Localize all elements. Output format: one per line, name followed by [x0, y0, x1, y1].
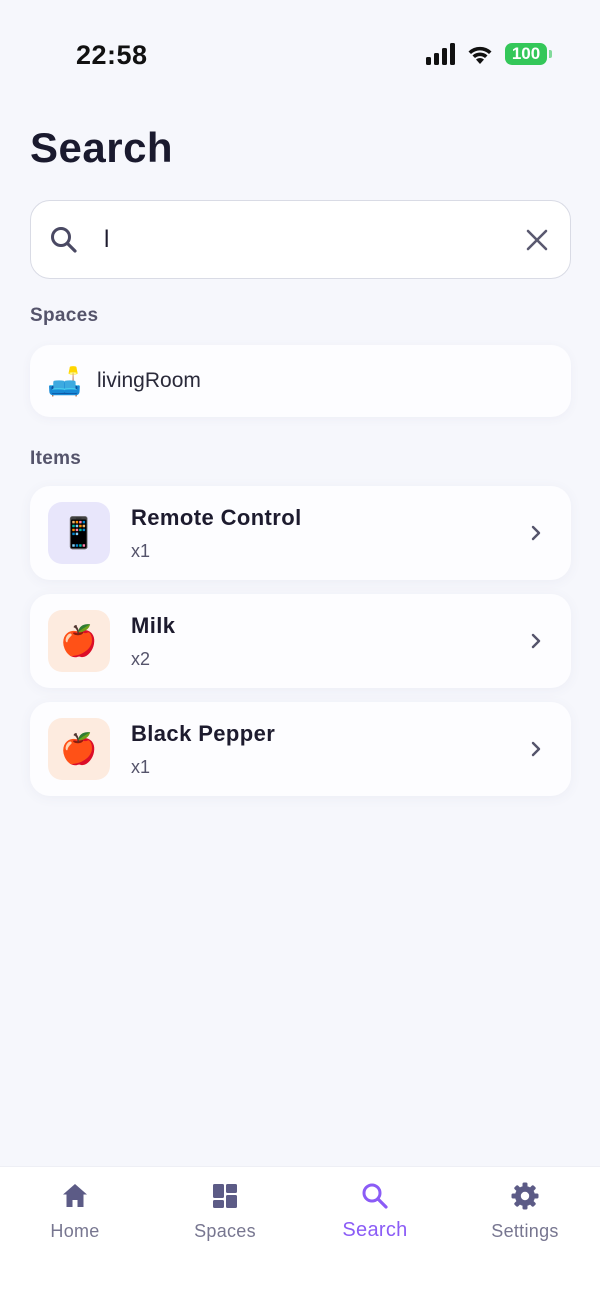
sofa-icon: 🛋️ [47, 365, 82, 397]
tab-label: Settings [491, 1221, 559, 1241]
items-section-label: Items [30, 448, 82, 469]
item-quantity: x2 [131, 648, 151, 669]
search-icon [51, 226, 77, 253]
close-icon[interactable] [524, 227, 550, 253]
tab-label: Spaces [194, 1221, 256, 1241]
item-text: Remote Control x1 [131, 505, 527, 562]
apple-icon: 🍎 [48, 610, 110, 672]
tab-home[interactable]: Home [0, 1167, 150, 1299]
search-icon [362, 1183, 388, 1209]
tab-bar: Home Spaces Search Settings [0, 1166, 600, 1299]
chevron-right-icon [531, 633, 541, 649]
home-icon [63, 1184, 87, 1207]
search-input[interactable] [79, 201, 524, 278]
tab-label: Home [50, 1221, 100, 1241]
search-field[interactable] [30, 200, 571, 279]
chevron-right-icon [531, 525, 541, 541]
gear-icon [511, 1182, 539, 1210]
tab-search[interactable]: Search [300, 1167, 450, 1299]
item-card-milk[interactable]: 🍎 Milk x2 [30, 594, 571, 688]
battery-icon: 100 [505, 43, 552, 65]
space-row-livingroom[interactable]: 🛋️ livingRoom [30, 345, 571, 417]
cellular-signal-icon [426, 43, 455, 65]
tab-label: Search [342, 1219, 408, 1241]
status-time: 22:58 [76, 40, 148, 70]
apple-icon: 🍎 [48, 718, 110, 780]
item-name: Milk [131, 612, 176, 638]
grid-icon [213, 1184, 237, 1208]
item-quantity: x1 [131, 540, 151, 561]
item-quantity: x1 [131, 756, 151, 777]
page-title: Search [30, 124, 174, 171]
battery-level: 100 [505, 43, 547, 65]
status-bar: 22:58 100 [0, 0, 600, 100]
chevron-right-icon [531, 741, 541, 757]
space-name: livingRoom [97, 369, 201, 392]
item-name: Black Pepper [131, 720, 276, 746]
tab-settings[interactable]: Settings [450, 1167, 600, 1299]
tab-spaces[interactable]: Spaces [150, 1167, 300, 1299]
search-screen: 22:58 100 Search l Spaces 🛋️ livingRoom … [0, 0, 600, 1299]
spaces-section-label: Spaces [30, 305, 99, 326]
item-name: Remote Control [131, 504, 302, 530]
item-text: Milk x2 [131, 613, 527, 670]
wifi-icon [468, 46, 492, 64]
item-card-black-pepper[interactable]: 🍎 Black Pepper x1 [30, 702, 571, 796]
status-icons: 100 [426, 42, 552, 66]
item-text: Black Pepper x1 [131, 721, 527, 778]
item-card-remote-control[interactable]: 📱 Remote Control x1 [30, 486, 571, 580]
phone-icon: 📱 [48, 502, 110, 564]
